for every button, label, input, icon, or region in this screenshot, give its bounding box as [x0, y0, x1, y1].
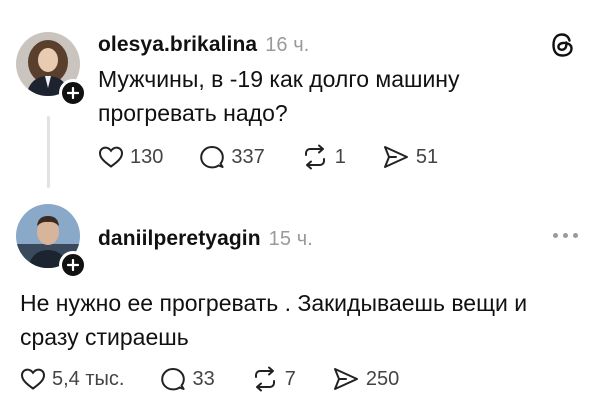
- post-like-count: 130: [130, 145, 164, 168]
- reply-like-button[interactable]: 5,4 тыс.: [20, 367, 124, 391]
- send-icon: [383, 146, 408, 168]
- reply-username[interactable]: daniilperetyagin 15 ч.: [98, 227, 313, 251]
- post-reply-button[interactable]: 337: [199, 144, 265, 170]
- post-repost-count: 1: [334, 145, 346, 168]
- post-repost-button[interactable]: 1: [301, 144, 346, 170]
- reply-text-line-1: Не нужно ее прогревать . Закидываешь вещ…: [20, 290, 528, 316]
- heart-icon: [98, 146, 124, 168]
- reply-username-text[interactable]: daniilperetyagin: [98, 227, 261, 250]
- repost-icon: [254, 366, 275, 392]
- send-icon: [333, 368, 358, 390]
- comment-icon: [161, 368, 186, 391]
- follow-plus-icon[interactable]: [59, 251, 87, 279]
- comment-icon: [200, 146, 225, 169]
- follow-plus-icon[interactable]: [59, 79, 87, 107]
- post-share-button[interactable]: 51: [382, 144, 438, 170]
- reply-text-line-2: сразу стираешь: [20, 324, 189, 350]
- post-body: Мужчины, в -19 как долго машину прогрева…: [98, 62, 460, 130]
- reply-body: Не нужно ее прогревать . Закидываешь вещ…: [20, 286, 527, 354]
- reply-like-count: 5,4 тыс.: [52, 367, 125, 390]
- reply-actions: 5,4 тыс. 33 7 250: [20, 364, 435, 394]
- post-like-button[interactable]: 130: [98, 145, 163, 169]
- repost-icon: [304, 144, 325, 170]
- post-timestamp: 16 ч.: [265, 34, 310, 56]
- reply-repost-button[interactable]: 7: [251, 366, 296, 392]
- post-actions: 130 337 1 51: [98, 142, 474, 172]
- reply-reply-count: 33: [192, 367, 215, 390]
- post-share-count: 51: [415, 145, 439, 168]
- reply-reply-button[interactable]: 33: [160, 366, 215, 392]
- threads-logo-icon: [551, 32, 575, 63]
- reply-timestamp: 15 ч.: [268, 228, 313, 250]
- post-username[interactable]: olesya.brikalina 16 ч.: [98, 33, 309, 57]
- heart-icon: [20, 368, 46, 390]
- reply-share-button[interactable]: 250: [332, 366, 399, 392]
- more-dots-icon[interactable]: [553, 233, 583, 238]
- post-text-line-1: Мужчины, в -19 как долго машину: [98, 66, 460, 92]
- thread-line: [47, 116, 50, 188]
- reply-repost-count: 7: [284, 367, 296, 390]
- post-username-text[interactable]: olesya.brikalina: [98, 33, 257, 56]
- post-text-line-2: прогревать надо?: [98, 100, 288, 126]
- post-reply-count: 337: [231, 145, 265, 168]
- reply-share-count: 250: [365, 367, 400, 390]
